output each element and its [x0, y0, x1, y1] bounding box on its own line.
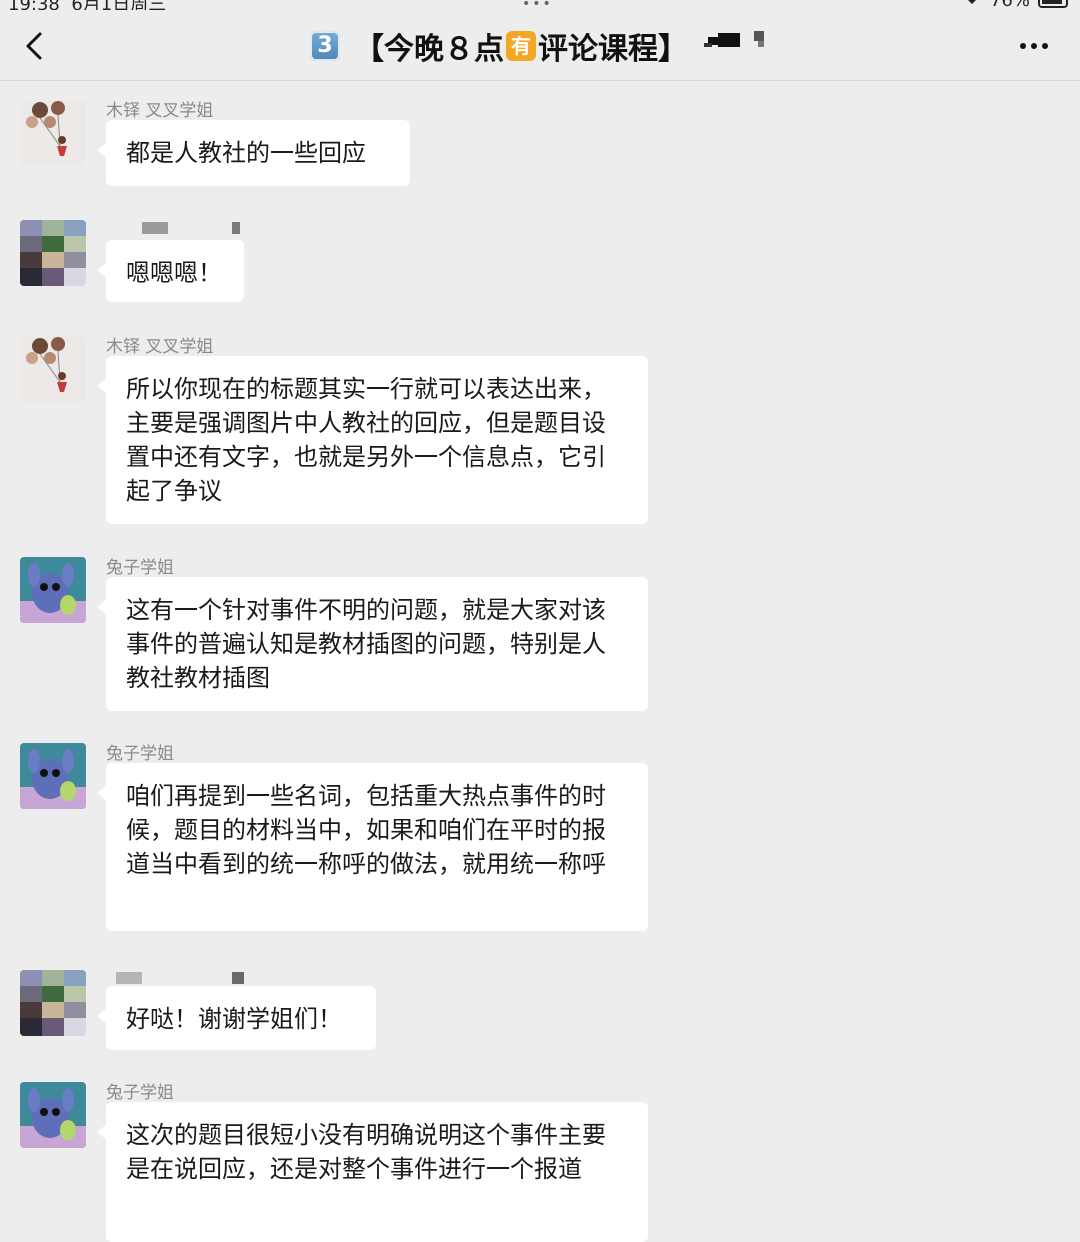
more-options-button[interactable] — [1018, 30, 1050, 62]
stitch-avatar[interactable] — [20, 557, 86, 623]
status-date-text: 6月1日周三 — [71, 0, 166, 10]
chat-title: 3 【今晚８点 有 评论课程】 — [310, 24, 774, 68]
keycap-3-icon: 3 — [310, 31, 340, 61]
message-bubble[interactable]: 所以你现在的标题其实一行就可以表达出来，主要是强调图片中人教社的回应，但是题目设… — [97, 356, 648, 524]
chevron-left-icon — [26, 32, 42, 60]
wifi-icon — [962, 0, 982, 10]
pixelated-avatar[interactable] — [20, 970, 86, 1036]
stitch-avatar[interactable] — [20, 743, 86, 809]
sender-name: 兔子学姐 — [106, 558, 174, 578]
status-bar: 19:38 6月1日周三 ••• 76% — [0, 0, 1080, 10]
sender-name: 木铎 叉叉学姐 — [106, 337, 214, 357]
message-bubble[interactable]: 这有一个针对事件不明的问题，就是大家对该事件的普遍认知是教材插图的问题，特别是人… — [97, 577, 648, 711]
redacted-title-icon — [704, 27, 774, 65]
title-part1: 【今晚８点 — [354, 32, 504, 67]
girl-balloons-avatar[interactable] — [20, 336, 86, 402]
girl-balloons-avatar[interactable] — [20, 100, 86, 166]
sender-name: 兔子学姐 — [106, 1083, 174, 1103]
multitask-dots-icon[interactable]: ••• — [522, 0, 553, 10]
message-bubble[interactable]: 咱们再提到一些名词，包括重大热点事件的时候，题目的材料当中，如果和咱们在平时的报… — [97, 763, 648, 931]
pixelated-avatar[interactable] — [20, 220, 86, 286]
sender-name: 木铎 叉叉学姐 — [106, 101, 214, 121]
title-bar: 3 【今晚８点 有 评论课程】 — [0, 10, 1080, 81]
redacted-name-icon — [142, 222, 240, 234]
sender-name-redacted — [106, 220, 246, 241]
sender-name: 兔子学姐 — [106, 744, 174, 764]
back-button[interactable] — [18, 26, 54, 66]
message-bubble[interactable]: 好哒！谢谢学姐们！ — [97, 986, 376, 1050]
status-time: 19:38 6月1日周三 — [8, 0, 166, 10]
message-bubble[interactable]: 嗯嗯嗯！ — [97, 240, 244, 302]
status-time-text: 19:38 — [8, 0, 60, 10]
battery-icon — [1038, 0, 1068, 8]
more-dots-icon — [1020, 43, 1048, 49]
message-bubble[interactable]: 这次的题目很短小没有明确说明这个事件主要是在说回应，还是对整个事件进行一个报道 — [97, 1102, 648, 1242]
title-part2: 评论课程】 — [538, 32, 688, 67]
battery-percent: 76% — [990, 0, 1030, 10]
status-right: 76% — [962, 0, 1068, 10]
message-bubble[interactable]: 都是人教社的一些回应 — [97, 120, 410, 186]
redacted-name-icon — [116, 972, 244, 984]
stitch-avatar[interactable] — [20, 1082, 86, 1148]
you-badge-icon: 有 — [506, 31, 536, 61]
